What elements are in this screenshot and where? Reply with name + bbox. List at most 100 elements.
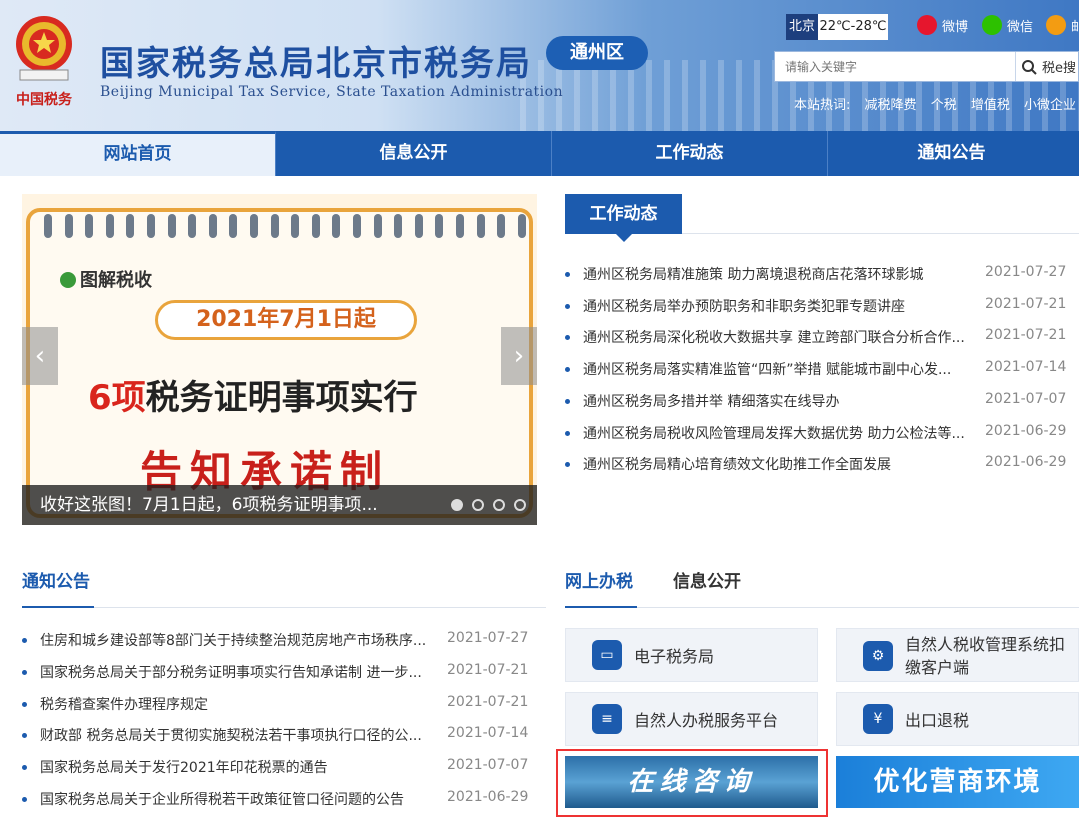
list-item[interactable]: 税务稽查案件办理程序规定 2021-07-21: [22, 694, 532, 714]
bullet-icon: [22, 733, 27, 739]
tab-online-tax[interactable]: 网上办税: [565, 567, 633, 592]
list-item-date: 2021-07-14: [447, 725, 529, 742]
tab-notices[interactable]: 通知公告: [22, 567, 90, 592]
service-label: 电子税务局: [634, 647, 715, 666]
ring-decoration: [270, 214, 279, 238]
list-item-title[interactable]: 通州区税务局税收风险管理局发挥大数据优势 助力公检法等...: [583, 423, 978, 443]
list-item[interactable]: 住房和城乡建设部等8部门关于持续整治规范房地产市场秩序... 2021-07-27: [22, 630, 532, 650]
ring-decoration: [167, 214, 176, 238]
chevron-left-icon[interactable]: ‹: [22, 327, 58, 385]
list-item-date: 2021-07-27: [447, 630, 529, 646]
ring-decoration: [250, 214, 258, 238]
site-header: 中国税务 国家税务总局北京市税务局 Beijing Municipal Tax …: [0, 0, 1079, 131]
hot-word-link[interactable]: 增值税: [971, 98, 1010, 113]
weather-temperature: 22℃-28℃: [818, 14, 888, 40]
list-item[interactable]: 国家税务总局关于发行2021年印花税票的通告 2021-07-07: [22, 757, 532, 777]
list-item-title[interactable]: 税务稽查案件办理程序规定: [40, 694, 438, 714]
list-item-date: 2021-07-07: [447, 757, 529, 774]
wechat-link[interactable]: 微信: [982, 14, 1033, 36]
search-button[interactable]: 税e搜: [1021, 52, 1076, 81]
slide-image[interactable]: 图解税收 2021年7月1日起 6项税务证明事项实行 告知承诺制: [26, 208, 533, 518]
tax-emblem-logo[interactable]: 中国税务: [10, 8, 78, 122]
ring-decoration: [373, 214, 382, 238]
business-environment-banner[interactable]: 优化营商环境: [836, 756, 1079, 808]
list-item-date: 2021-06-29: [447, 789, 529, 805]
list-item-title[interactable]: 国家税务总局关于部分税务证明事项实行告知承诺制 进一步...: [40, 662, 438, 682]
nav-item-home[interactable]: 网站首页: [0, 131, 276, 176]
list-item-date: 2021-07-21: [447, 693, 529, 710]
mail-link[interactable]: 邮: [1046, 14, 1079, 36]
ring-decoration: [332, 214, 341, 238]
list-item[interactable]: 通州区税务局举办预防职务和非职务类犯罪专题讲座 2021-07-21: [565, 296, 1079, 316]
list-item[interactable]: 通州区税务局落实精准监管“四新”举措 赋能城市副中心发... 2021-07-14: [565, 359, 1079, 379]
list-item[interactable]: 通州区税务局精心培育绩效文化助推工作全面发展 2021-06-29: [565, 454, 1079, 474]
list-item-date: 2021-07-21: [985, 327, 1067, 344]
list-item-date: 2021-06-29: [985, 454, 1067, 471]
slide-caption[interactable]: 收好这张图！7月1日起，6项税务证明事项...: [40, 485, 378, 525]
chevron-right-icon[interactable]: ›: [501, 327, 537, 385]
bullet-icon: [565, 398, 570, 404]
leaf-icon: [60, 272, 76, 288]
slide-date-pill: 2021年7月1日起: [155, 300, 417, 340]
tab-work-news[interactable]: 工作动态: [565, 194, 682, 234]
list-item-title[interactable]: 国家税务总局关于企业所得税若干政策征管口径问题的公告: [40, 789, 438, 809]
ring-decoration: [64, 214, 73, 238]
list-item-title[interactable]: 住房和城乡建设部等8部门关于持续整治规范房地产市场秩序...: [40, 630, 438, 650]
image-carousel[interactable]: 图解税收 2021年7月1日起 6项税务证明事项实行 告知承诺制 ‹ › 收好这…: [22, 194, 537, 525]
slide-dot-3[interactable]: [493, 499, 505, 511]
list-item-title[interactable]: 通州区税务局多措并举 精细落实在线导办: [583, 391, 978, 411]
site-title[interactable]: 国家税务总局北京市税务局: [100, 36, 532, 85]
list-item[interactable]: 通州区税务局税收风险管理局发挥大数据优势 助力公检法等... 2021-06-29: [565, 423, 1079, 443]
list-item-title[interactable]: 通州区税务局深化税收大数据共享 建立跨部门联合分析合作...: [583, 327, 978, 347]
list-item-title[interactable]: 通州区税务局举办预防职务和非职务类犯罪专题讲座: [583, 296, 978, 316]
service-export-refund[interactable]: ¥ 出口退税: [836, 692, 1079, 746]
list-item[interactable]: 财政部 税务总局关于贯彻实施契税法若干事项执行口径的公... 2021-07-14: [22, 725, 532, 745]
list-item[interactable]: 国家税务总局关于企业所得税若干政策征管口径问题的公告 2021-06-29: [22, 789, 532, 809]
search-box: 税e搜: [774, 51, 1079, 82]
nav-item-work-news[interactable]: 工作动态: [552, 131, 828, 176]
logo-text: 中国税务: [16, 91, 73, 108]
list-item-title[interactable]: 通州区税务局落实精准监管“四新”举措 赋能城市副中心发...: [583, 359, 978, 379]
list-item[interactable]: 通州区税务局深化税收大数据共享 建立跨部门联合分析合作... 2021-07-21: [565, 327, 1079, 347]
ring-decoration: [517, 214, 526, 238]
slide-dot-1[interactable]: [451, 499, 463, 511]
nav-item-info-disclosure[interactable]: 信息公开: [276, 131, 552, 176]
slide-headline: 6项税务证明事项实行: [88, 370, 418, 419]
service-withholding-client[interactable]: ⚙ 自然人税收管理系统扣缴客户端: [836, 628, 1079, 682]
list-item-title[interactable]: 通州区税务局精准施策 助力离境退税商店花落环球影城: [583, 264, 978, 284]
search-button-label: 税e搜: [1042, 61, 1076, 76]
search-divider: [1015, 52, 1016, 81]
bullet-icon: [565, 462, 570, 468]
hot-word-link[interactable]: 个税: [931, 98, 957, 113]
ring-decoration: [476, 214, 485, 238]
slide-caption-bar: 收好这张图！7月1日起，6项税务证明事项...: [22, 485, 537, 525]
search-input[interactable]: [775, 52, 1015, 81]
bullet-icon: [565, 335, 570, 341]
list-item-title[interactable]: 国家税务总局关于发行2021年印花税票的通告: [40, 757, 438, 777]
slide-dot-2[interactable]: [472, 499, 484, 511]
ring-decoration: [85, 214, 94, 238]
service-individual-platform[interactable]: ≡ 自然人办税服务平台: [565, 692, 818, 746]
bullet-icon: [565, 303, 570, 309]
bullet-icon: [565, 430, 570, 436]
district-badge[interactable]: 通州区: [546, 36, 648, 70]
hot-word-link[interactable]: 小微企业: [1024, 98, 1076, 113]
service-e-tax-bureau[interactable]: ▭ 电子税务局: [565, 628, 818, 682]
weather-city: 北京: [786, 14, 818, 40]
wechat-icon: [982, 15, 1002, 35]
nav-item-notices[interactable]: 通知公告: [828, 131, 1075, 176]
list-item[interactable]: 国家税务总局关于部分税务证明事项实行告知承诺制 进一步... 2021-07-21: [22, 662, 532, 682]
list-item-title[interactable]: 通州区税务局精心培育绩效文化助推工作全面发展: [583, 454, 978, 474]
ring-decoration: [353, 214, 361, 238]
notices-divider: [22, 607, 546, 608]
slide-headline-highlight: 6项: [88, 378, 146, 418]
tab-info-disclosure[interactable]: 信息公开: [673, 567, 741, 592]
list-item[interactable]: 通州区税务局多措并举 精细落实在线导办 2021-07-07: [565, 391, 1079, 411]
hot-word-link[interactable]: 减税降费: [865, 98, 917, 113]
slide-dot-4[interactable]: [514, 499, 526, 511]
weibo-link[interactable]: 微博: [917, 14, 968, 36]
wechat-label: 微信: [1007, 19, 1034, 35]
list-item[interactable]: 通州区税务局精准施策 助力离境退税商店花落环球影城 2021-07-27: [565, 264, 1079, 284]
weibo-icon: [917, 15, 937, 35]
list-item-title[interactable]: 财政部 税务总局关于贯彻实施契税法若干事项执行口径的公...: [40, 725, 438, 745]
